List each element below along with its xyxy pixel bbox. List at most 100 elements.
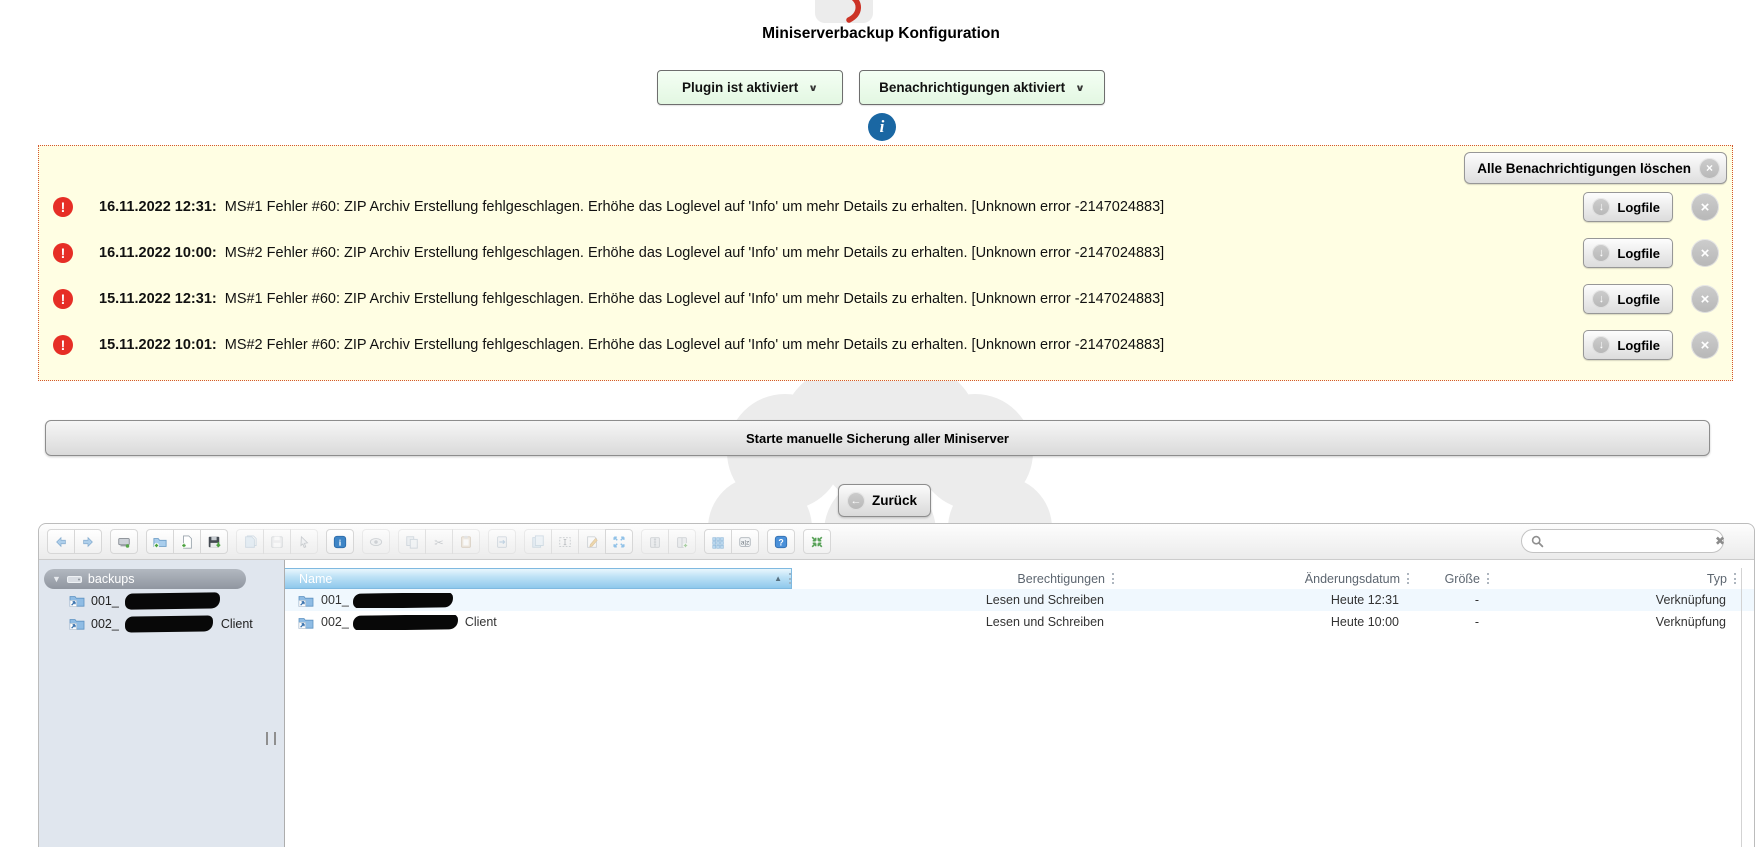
- notification-message: MS#1 Fehler #60: ZIP Archiv Erstellung f…: [220, 291, 1165, 307]
- redaction-mark: [124, 591, 220, 610]
- notification-message: MS#2 Fehler #60: ZIP Archiv Erstellung f…: [220, 337, 1165, 353]
- notifications-state-select[interactable]: Benachrichtigungen aktiviert ∨: [859, 70, 1105, 105]
- help-icon[interactable]: ?: [767, 529, 795, 554]
- column-resize-grip[interactable]: [789, 573, 791, 584]
- file-modified-date: Heute 12:31: [1330, 593, 1399, 607]
- notification-text: 15.11.2022 12:31: MS#1 Fehler #60: ZIP A…: [99, 291, 1164, 307]
- column-header-date[interactable]: Änderungsdatum: [1132, 572, 1427, 586]
- file-permissions: Lesen und Schreiben: [985, 615, 1104, 629]
- column-resize-grip[interactable]: [1487, 572, 1489, 584]
- toolbar-group: [236, 529, 318, 554]
- error-icon: !: [53, 289, 73, 309]
- tree-root-label: backups: [87, 572, 135, 586]
- toolbar-group: [641, 529, 696, 554]
- file-row[interactable]: 001_ Lesen und Schreiben Heute 12:31 - Verkn…: [285, 589, 1754, 611]
- panel-resize-handle[interactable]: [266, 732, 276, 745]
- column-resize-grip[interactable]: [1112, 572, 1114, 584]
- notifications-panel: Alle Benachrichtigungen löschen × ! 16.11…: [38, 145, 1733, 381]
- history-forward-icon[interactable]: [74, 529, 102, 554]
- restore-icon: [488, 529, 516, 554]
- tree-item-label: 002_: [91, 616, 119, 631]
- cut-icon: ✂: [425, 529, 453, 554]
- logfile-label: Logfile: [1617, 245, 1660, 261]
- info-icon[interactable]: i: [326, 529, 354, 554]
- column-header-type[interactable]: Typ: [1507, 572, 1754, 586]
- logfile-button[interactable]: ↓ Logfile: [1583, 192, 1673, 222]
- toolbar-group: ✂: [398, 529, 480, 554]
- tree-item-label: 001_: [91, 593, 119, 608]
- chevron-down-icon: ∨: [1075, 81, 1085, 94]
- error-icon: !: [53, 243, 73, 263]
- controls-row: Plugin ist aktiviert ∨ Benachrichtigunge…: [0, 70, 1762, 105]
- file-list-panel: Name ▲ Berechtigungen Änderungsdatum Grö…: [285, 560, 1754, 847]
- collapse-triangle-icon[interactable]: ▼: [52, 574, 61, 584]
- file-name: 002_: [321, 615, 349, 629]
- tree-item[interactable]: 002_ Client: [39, 612, 284, 635]
- toolbar-group: i: [326, 529, 354, 554]
- shortcut-folder-icon: [298, 594, 314, 607]
- sort-icon[interactable]: a|z: [731, 529, 759, 554]
- clear-all-notifications-button[interactable]: Alle Benachrichtigungen löschen ×: [1464, 152, 1727, 184]
- file-manager-toolbar: i ✂ a|z? ✖: [39, 524, 1754, 560]
- back-label: Zurück: [872, 493, 918, 508]
- redaction-mark: [124, 614, 213, 633]
- new-file-icon[interactable]: [173, 529, 201, 554]
- file-size: -: [1474, 593, 1479, 607]
- clear-search-icon[interactable]: ✖: [1715, 535, 1725, 547]
- new-folder-icon[interactable]: [146, 529, 174, 554]
- view-list-icon[interactable]: [704, 529, 732, 554]
- folder-tree-panel: ▼ backups 001_ 002_ Client: [39, 560, 285, 847]
- search-icon: [1531, 535, 1544, 548]
- logfile-button[interactable]: ↓ Logfile: [1583, 330, 1673, 360]
- tree-item[interactable]: 001_: [39, 589, 284, 612]
- notification-timestamp: 15.11.2022 12:31:: [99, 291, 217, 307]
- shortcut-folder-icon: [298, 616, 314, 629]
- save-icon: [263, 529, 291, 554]
- netmount-icon[interactable]: [110, 529, 138, 554]
- file-manager: i ✂ a|z? ✖ ▼ backups 001_ 002_ Client Na…: [38, 523, 1755, 847]
- notification-row: ! 15.11.2022 12:31: MS#1 Fehler #60: ZIP …: [39, 276, 1732, 322]
- redaction-mark: [352, 614, 458, 630]
- resize-icon[interactable]: [605, 529, 633, 554]
- toolbar-group: a|z: [704, 529, 759, 554]
- history-back-icon[interactable]: [47, 529, 75, 554]
- dismiss-notification-button[interactable]: ×: [1691, 239, 1719, 267]
- logfile-label: Logfile: [1617, 337, 1660, 353]
- logfile-button[interactable]: ↓ Logfile: [1583, 238, 1673, 268]
- column-resize-grip[interactable]: [1407, 572, 1409, 584]
- column-header-size[interactable]: Größe: [1427, 572, 1507, 586]
- manual-backup-button[interactable]: Starte manuelle Sicherung aller Miniserv…: [45, 420, 1710, 456]
- toolbar-group: ?: [767, 529, 795, 554]
- logfile-button[interactable]: ↓ Logfile: [1583, 284, 1673, 314]
- notification-message: MS#1 Fehler #60: ZIP Archiv Erstellung f…: [220, 199, 1165, 215]
- close-icon: ×: [1699, 157, 1720, 179]
- sort-ascending-icon: ▲: [774, 574, 782, 583]
- download-arrow-icon: ↓: [1592, 198, 1611, 216]
- tree-root-backups[interactable]: ▼ backups: [44, 569, 246, 589]
- back-button[interactable]: ← Zurück: [838, 484, 932, 517]
- file-name: 001_: [321, 593, 349, 607]
- notification-timestamp: 16.11.2022 10:00:: [99, 245, 217, 261]
- upload-icon[interactable]: [200, 529, 228, 554]
- column-header-name[interactable]: Name ▲: [285, 568, 792, 589]
- svg-text:a|z: a|z: [741, 539, 750, 546]
- column-resize-grip[interactable]: [1734, 572, 1736, 584]
- svg-text:?: ?: [778, 537, 783, 547]
- plugin-logo: [815, 0, 873, 23]
- fullscreen-icon[interactable]: [803, 529, 831, 554]
- file-row[interactable]: 002_ Client Lesen und Schreiben Heute 10:00…: [285, 611, 1754, 633]
- dismiss-notification-button[interactable]: ×: [1691, 193, 1719, 221]
- dismiss-notification-button[interactable]: ×: [1691, 331, 1719, 359]
- toolbar-group: [524, 529, 633, 554]
- notification-timestamp: 15.11.2022 10:01:: [99, 337, 217, 353]
- svg-text:✂: ✂: [434, 537, 444, 549]
- copy-icon: [398, 529, 426, 554]
- plugin-state-select[interactable]: Plugin ist aktiviert ∨: [657, 70, 843, 105]
- toolbar-group: [803, 529, 831, 554]
- search-box[interactable]: ✖: [1521, 529, 1725, 553]
- file-name-suffix: Client: [464, 615, 497, 629]
- search-input[interactable]: [1550, 533, 1709, 549]
- dismiss-notification-button[interactable]: ×: [1691, 285, 1719, 313]
- error-icon: !: [53, 197, 73, 217]
- column-header-perm[interactable]: Berechtigungen: [792, 572, 1132, 586]
